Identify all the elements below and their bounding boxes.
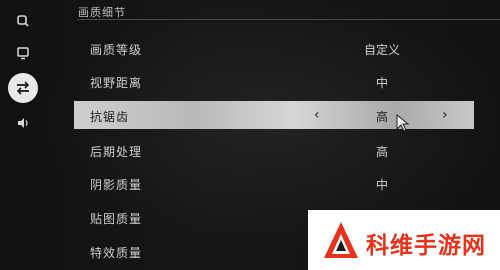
setting-row-post-processing[interactable]: 后期处理 高 — [74, 136, 474, 166]
previous-option-button[interactable]: ‹ — [314, 107, 320, 123]
site-watermark: 科维手游网 — [308, 210, 500, 270]
setting-row-view-distance[interactable]: 视野距离 中 — [74, 67, 474, 97]
setting-row-quality-level[interactable]: 画质等级 自定义 — [74, 34, 474, 64]
watermark-text: 科维手游网 — [366, 233, 486, 259]
sound-icon — [18, 118, 28, 128]
sidebar-item-sound[interactable] — [8, 108, 38, 138]
next-option-button[interactable]: › — [442, 107, 448, 123]
setting-label: 阴影质量 — [90, 178, 143, 192]
setting-row-anti-aliasing[interactable]: 抗锯齿 ‹ 高 › — [74, 101, 474, 129]
setting-value: 高 — [375, 110, 388, 124]
setting-label: 视野距离 — [90, 76, 143, 90]
setting-value: 中 — [375, 76, 388, 90]
watermark-logo-icon — [324, 222, 358, 258]
adjust-settings-icon — [16, 81, 30, 95]
setting-label: 特效质量 — [90, 246, 143, 260]
section-divider — [78, 19, 500, 20]
display-icon — [17, 47, 29, 60]
setting-label: 贴图质量 — [90, 212, 143, 226]
search-icon — [17, 15, 29, 27]
setting-label: 后期处理 — [90, 145, 143, 159]
sidebar-item-adjust[interactable] — [8, 73, 38, 103]
setting-value: 自定义 — [363, 43, 400, 57]
sidebar-item-search[interactable] — [8, 6, 38, 36]
settings-sidebar — [0, 0, 46, 270]
mouse-cursor-icon — [396, 114, 410, 132]
setting-label: 画质等级 — [90, 43, 143, 57]
setting-row-shadow-quality[interactable]: 阴影质量 中 — [74, 169, 474, 199]
sidebar-item-display[interactable] — [8, 38, 38, 68]
setting-label: 抗锯齿 — [90, 110, 130, 124]
section-title: 画质细节 — [78, 6, 126, 19]
setting-value: 中 — [375, 178, 388, 192]
setting-value: 高 — [375, 145, 388, 159]
